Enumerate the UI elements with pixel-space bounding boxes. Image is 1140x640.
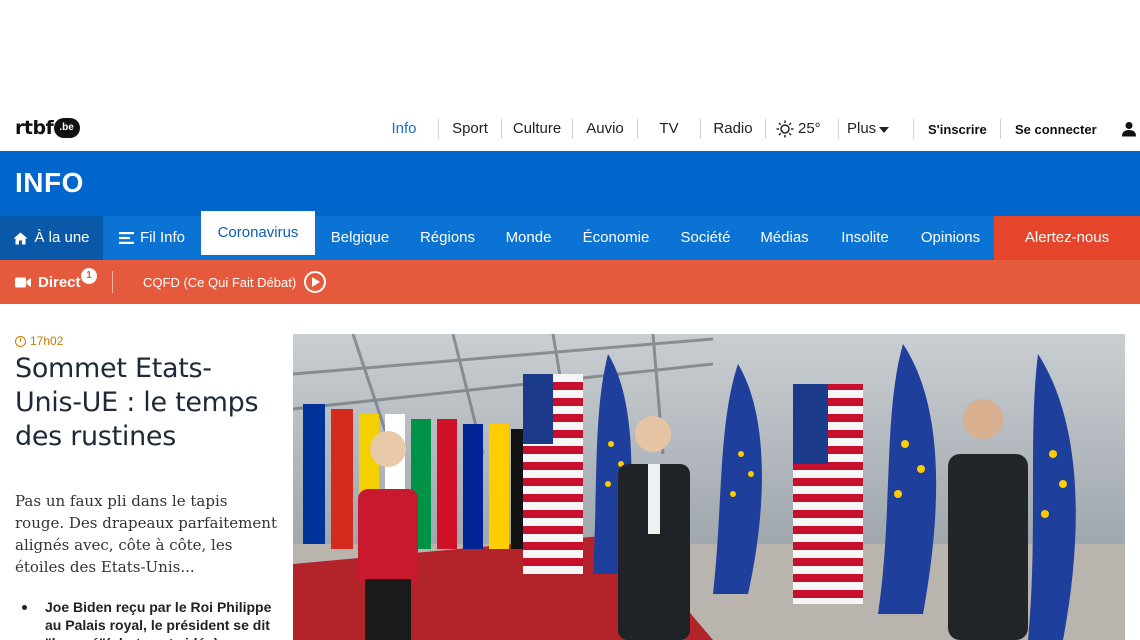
plus-label: Plus xyxy=(847,120,877,137)
play-icon[interactable] xyxy=(304,271,327,293)
login-link[interactable]: Se connecter xyxy=(1015,117,1137,141)
tab-regions[interactable]: Régions xyxy=(405,216,490,260)
tab-label: À la une xyxy=(34,229,90,246)
nav-divider xyxy=(1000,119,1001,139)
alert-us-button[interactable]: Alertez-nous xyxy=(994,216,1140,260)
logo-text: rtbf xyxy=(15,117,54,139)
section-header: INFO xyxy=(0,151,1140,216)
ad-space xyxy=(0,0,1140,107)
chevron-down-icon xyxy=(879,127,890,133)
category-nav: À la une Fil Info Coronavirus Belgique R… xyxy=(0,211,1140,260)
tab-insolite[interactable]: Insolite xyxy=(823,216,907,260)
summit-photo-illustration xyxy=(293,334,1125,640)
nav-culture[interactable]: Culture xyxy=(502,118,572,140)
tab-belgique[interactable]: Belgique xyxy=(315,216,405,260)
section-title[interactable]: INFO xyxy=(15,167,84,199)
weather-widget[interactable]: 25° xyxy=(766,118,832,140)
article-time: 17h02 xyxy=(15,334,277,348)
login-label: Se connecter xyxy=(1015,121,1097,137)
tab-fil-info[interactable]: Fil Info xyxy=(103,216,201,260)
sun-icon xyxy=(776,120,794,138)
tab-societe[interactable]: Société xyxy=(665,216,746,260)
article-time-value: 17h02 xyxy=(30,334,64,348)
nav-info[interactable]: Info xyxy=(380,118,428,140)
related-article-link[interactable]: Joe Biden reçu par le Roi Philippe au Pa… xyxy=(15,598,277,640)
tab-opinions[interactable]: Opinions xyxy=(907,216,994,260)
plus-menu[interactable]: Plus xyxy=(839,118,905,140)
tab-medias[interactable]: Médias xyxy=(746,216,823,260)
divider xyxy=(112,271,113,293)
main-nav: Info Sport Culture Auvio TV Radio 25° Pl… xyxy=(380,117,905,141)
lead-article: 17h02 Sommet Etats-Unis-UE : le temps de… xyxy=(15,334,277,640)
nav-radio[interactable]: Radio xyxy=(701,118,765,140)
rtbf-logo[interactable]: rtbf .be xyxy=(15,117,80,139)
article-headline[interactable]: Sommet Etats-Unis-UE : le temps des rust… xyxy=(15,352,277,454)
live-program-link[interactable]: CQFD (Ce Qui Fait Débat) xyxy=(143,260,327,304)
live-bar: Direct 1 CQFD (Ce Qui Fait Débat) xyxy=(0,260,1140,304)
nav-divider xyxy=(913,119,914,139)
logo-suffix: .be xyxy=(54,118,80,138)
direct-label: Direct xyxy=(38,273,81,291)
tab-coronavirus[interactable]: Coronavirus xyxy=(201,211,315,255)
user-icon xyxy=(1121,122,1136,137)
nav-auvio[interactable]: Auvio xyxy=(573,118,637,140)
direct-link[interactable]: Direct xyxy=(15,260,81,304)
tab-a-la-une[interactable]: À la une xyxy=(0,216,103,260)
nav-tv[interactable]: TV xyxy=(638,118,700,140)
article-photo[interactable] xyxy=(293,334,1125,640)
weather-temp: 25° xyxy=(798,120,821,137)
list-icon xyxy=(118,232,134,244)
top-bar: rtbf .be Info Sport Culture Auvio TV Rad… xyxy=(0,107,1140,151)
nav-sport[interactable]: Sport xyxy=(439,118,501,140)
register-link[interactable]: S'inscrire xyxy=(928,117,987,141)
clock-icon xyxy=(15,335,26,347)
video-camera-icon xyxy=(15,277,31,287)
home-icon xyxy=(13,232,28,244)
article-lead: Pas un faux pli dans le tapis rouge. Des… xyxy=(15,492,277,576)
program-title: CQFD (Ce Qui Fait Débat) xyxy=(143,274,297,290)
live-count-badge: 1 xyxy=(81,268,97,284)
tab-economie[interactable]: Économie xyxy=(567,216,665,260)
tab-monde[interactable]: Monde xyxy=(490,216,567,260)
tab-label: Fil Info xyxy=(139,229,185,246)
